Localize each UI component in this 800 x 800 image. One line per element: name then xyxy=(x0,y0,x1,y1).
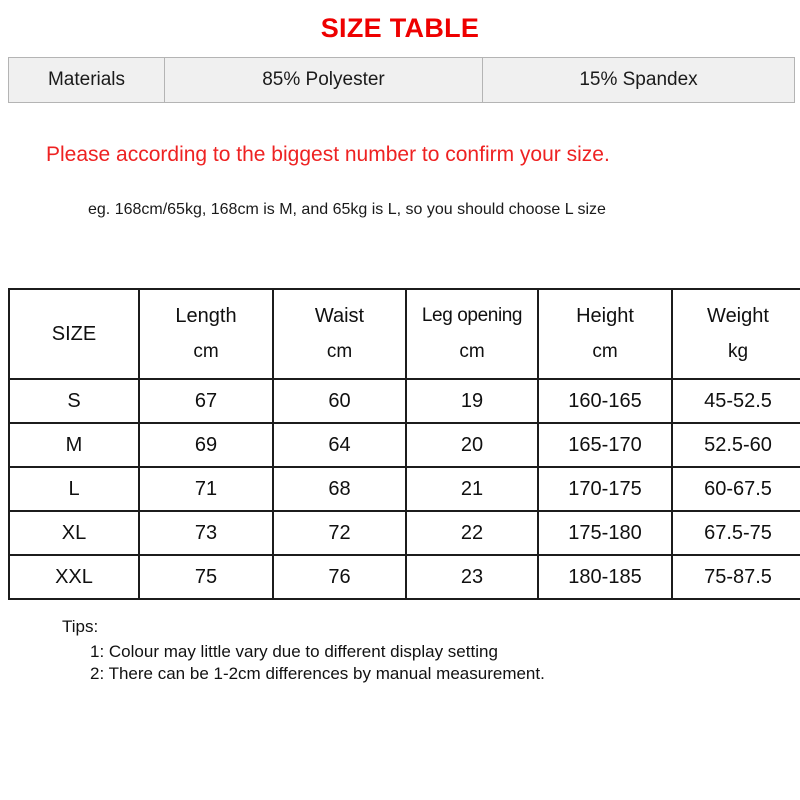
cell-waist: 68 xyxy=(272,466,407,512)
tips-section: Tips: 1: Colour may little vary due to d… xyxy=(62,618,545,687)
column-header-length-stack: Length cm xyxy=(140,297,272,371)
cell-length: 75 xyxy=(138,554,274,600)
cell-height: 160-165 xyxy=(537,378,673,424)
materials-row: Materials 85% Polyester 15% Spandex xyxy=(8,57,795,103)
cell-leg-opening: 23 xyxy=(405,554,539,600)
materials-composition-2: 15% Spandex xyxy=(482,57,795,103)
cell-weight: 60-67.5 xyxy=(671,466,800,512)
size-chart-header-row: SIZE Length cm Waist cm Leg opening cm H… xyxy=(8,288,800,380)
materials-composition-1: 85% Polyester xyxy=(164,57,483,103)
cell-length: 71 xyxy=(138,466,274,512)
tips-heading: Tips: xyxy=(62,617,99,636)
column-header-waist-unit: cm xyxy=(326,341,353,363)
materials-label: Materials xyxy=(8,57,165,103)
cell-height: 175-180 xyxy=(537,510,673,556)
column-header-weight-label: Weight xyxy=(707,305,769,327)
column-header-leg-opening: Leg opening cm xyxy=(405,288,539,380)
materials-table: Materials 85% Polyester 15% Spandex xyxy=(8,57,795,103)
cell-length: 73 xyxy=(138,510,274,556)
column-header-weight-unit: kg xyxy=(727,341,749,363)
table-row: M 69 64 20 165-170 52.5-60 xyxy=(8,422,800,468)
cell-waist: 72 xyxy=(272,510,407,556)
column-header-length-label: Length xyxy=(175,305,237,327)
column-header-size: SIZE xyxy=(8,288,140,380)
table-row: L 71 68 21 170-175 60-67.5 xyxy=(8,466,800,512)
cell-height: 170-175 xyxy=(537,466,673,512)
column-header-height-label: Height xyxy=(576,305,634,327)
cell-leg-opening: 22 xyxy=(405,510,539,556)
page-title: SIZE TABLE xyxy=(320,13,480,43)
tips-item-1: 1: Colour may little vary due to differe… xyxy=(90,642,498,661)
size-chart-table: SIZE Length cm Waist cm Leg opening cm H… xyxy=(8,288,800,600)
cell-length: 69 xyxy=(138,422,274,468)
table-row: XL 73 72 22 175-180 67.5-75 xyxy=(8,510,800,556)
tips-item-2: 2: There can be 1-2cm differences by man… xyxy=(90,664,545,683)
column-header-waist-stack: Waist cm xyxy=(274,297,405,371)
cell-length: 67 xyxy=(138,378,274,424)
column-header-length-unit: cm xyxy=(193,341,219,363)
cell-weight: 67.5-75 xyxy=(671,510,800,556)
column-header-waist: Waist cm xyxy=(272,288,407,380)
column-header-weight-stack: Weight kg xyxy=(673,297,800,371)
cell-size: L xyxy=(8,466,140,512)
cell-waist: 64 xyxy=(272,422,407,468)
column-header-weight: Weight kg xyxy=(671,288,800,380)
column-header-leg-opening-label: Leg opening xyxy=(421,305,523,326)
size-example-note: eg. 168cm/65kg, 168cm is M, and 65kg is … xyxy=(88,201,606,218)
cell-leg-opening: 19 xyxy=(405,378,539,424)
cell-height: 180-185 xyxy=(537,554,673,600)
column-header-size-label: SIZE xyxy=(51,322,97,345)
column-header-waist-label: Waist xyxy=(314,305,365,327)
cell-weight: 75-87.5 xyxy=(671,554,800,600)
cell-waist: 76 xyxy=(272,554,407,600)
size-confirm-notice: Please according to the biggest number t… xyxy=(46,143,610,166)
cell-waist: 60 xyxy=(272,378,407,424)
cell-size: S xyxy=(8,378,140,424)
column-header-leg-opening-unit: cm xyxy=(459,341,485,363)
table-row: XXL 75 76 23 180-185 75-87.5 xyxy=(8,554,800,600)
cell-weight: 52.5-60 xyxy=(671,422,800,468)
column-header-height-unit: cm xyxy=(592,341,618,363)
cell-leg-opening: 21 xyxy=(405,466,539,512)
column-header-length: Length cm xyxy=(138,288,274,380)
cell-size: XXL xyxy=(8,554,140,600)
cell-leg-opening: 20 xyxy=(405,422,539,468)
cell-weight: 45-52.5 xyxy=(671,378,800,424)
column-header-height: Height cm xyxy=(537,288,673,380)
cell-size: M xyxy=(8,422,140,468)
column-header-height-stack: Height cm xyxy=(539,297,671,371)
cell-size: XL xyxy=(8,510,140,556)
column-header-leg-opening-stack: Leg opening cm xyxy=(407,297,537,371)
cell-height: 165-170 xyxy=(537,422,673,468)
table-row: S 67 60 19 160-165 45-52.5 xyxy=(8,378,800,424)
